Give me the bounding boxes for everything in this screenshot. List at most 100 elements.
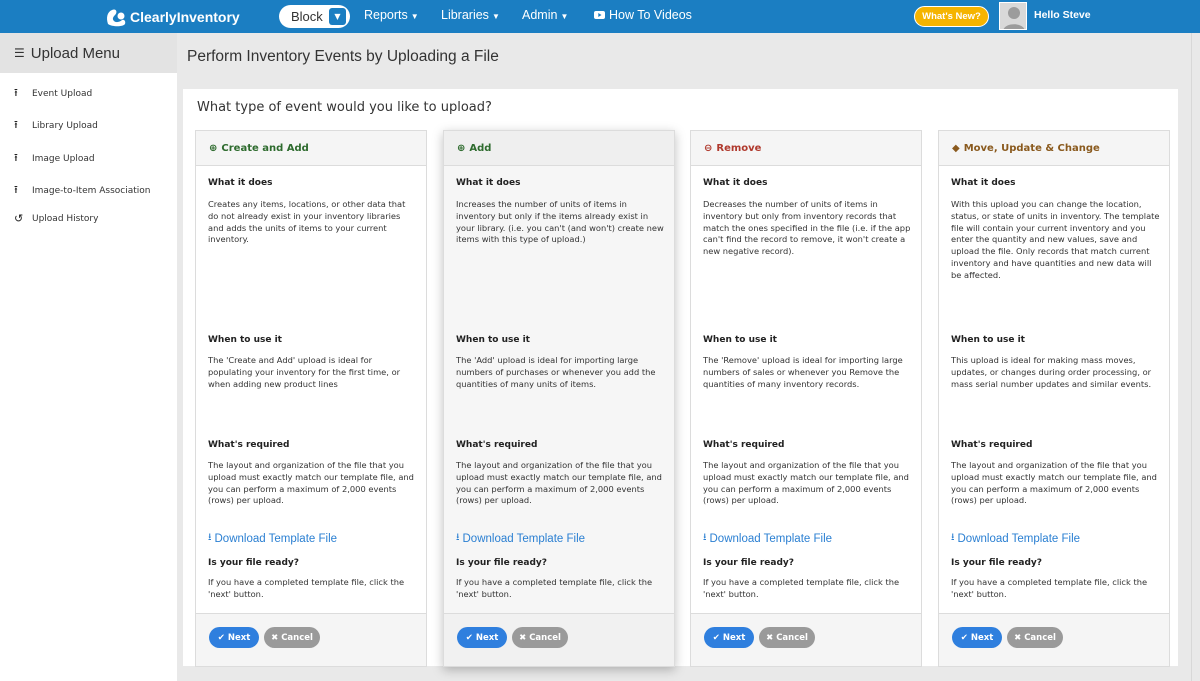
download-icon: ⭳ xyxy=(951,532,955,543)
next-label: Next xyxy=(475,632,499,643)
upload-icon: ⭱ xyxy=(14,86,18,99)
cancel-label: Cancel xyxy=(1024,632,1056,643)
caret-down-icon[interactable]: ▼ xyxy=(329,8,346,25)
download-label: Download Template File xyxy=(214,532,338,545)
close-icon: ✖ xyxy=(519,632,527,643)
download-template-link[interactable]: ⭳ Download Template File xyxy=(208,530,337,547)
next-button[interactable]: ✔ Next xyxy=(209,627,259,648)
required-label: What's required xyxy=(456,440,538,450)
ready-label: Is your file ready? xyxy=(208,558,300,568)
top-navbar: ClearlyInventory Block ▼ Reports ▼ Librar… xyxy=(0,0,1200,33)
what-text: Creates any items, locations, or other d… xyxy=(208,199,406,245)
ready-label: Is your file ready? xyxy=(951,558,1043,568)
when-label: When to use it xyxy=(703,335,777,345)
block-label: Block xyxy=(291,9,323,24)
card-create-and-add: ⊕ Create and Add What it does Creates an… xyxy=(195,130,427,667)
required-label: What's required xyxy=(951,440,1033,450)
sidebar-item-label: Image Upload xyxy=(32,153,95,164)
caret-down-icon: ▼ xyxy=(410,12,419,21)
what-label: What it does xyxy=(208,178,273,188)
squirrel-logo-icon xyxy=(107,9,126,27)
next-button[interactable]: ✔ Next xyxy=(952,627,1002,648)
card-footer: ✔ Next ✖ Cancel xyxy=(196,613,426,666)
cancel-button[interactable]: ✖ Cancel xyxy=(759,627,815,648)
card-footer: ✔ Next ✖ Cancel xyxy=(691,613,921,666)
nav-admin[interactable]: Admin ▼ xyxy=(522,8,568,22)
next-button[interactable]: ✔ Next xyxy=(704,627,754,648)
nav-how-to-videos-label: How To Videos xyxy=(609,8,692,22)
close-icon: ✖ xyxy=(271,632,279,643)
card-move-update-change: ◆ Move, Update & Change What it does Wit… xyxy=(938,130,1170,667)
card-remove: ⊖ Remove What it does Decreases the numb… xyxy=(690,130,922,667)
sidebar-item-image-to-item-association[interactable]: ⭱ Image-to-Item Association xyxy=(14,181,150,200)
download-icon: ⭳ xyxy=(456,532,460,543)
nav-admin-label: Admin xyxy=(522,8,558,22)
required-text: The layout and organization of the file … xyxy=(703,460,909,506)
what-label: What it does xyxy=(456,178,521,188)
card-body: What it does Decreases the number of uni… xyxy=(691,166,921,613)
sidebar-item-event-upload[interactable]: ⭱ Event Upload xyxy=(14,84,92,103)
sidebar-item-label: Upload History xyxy=(32,213,99,224)
tag-icon: ◆ xyxy=(952,142,960,154)
block-dropdown[interactable]: Block ▼ xyxy=(279,5,350,28)
avatar[interactable] xyxy=(999,2,1027,30)
nav-reports[interactable]: Reports ▼ xyxy=(364,8,419,22)
card-body: What it does Increases the number of uni… xyxy=(444,166,674,613)
when-text: The 'Add' upload is ideal for importing … xyxy=(456,355,656,389)
next-label: Next xyxy=(722,632,746,643)
nav-libraries[interactable]: Libraries ▼ xyxy=(441,8,500,22)
card-body: What it does Creates any items, location… xyxy=(196,166,426,613)
next-button[interactable]: ✔ Next xyxy=(457,627,507,648)
user-greeting[interactable]: Hello Steve xyxy=(1034,9,1091,21)
youtube-icon xyxy=(594,11,605,19)
upload-question: What type of event would you like to upl… xyxy=(197,100,492,115)
nav-reports-label: Reports xyxy=(364,8,408,22)
when-text: This upload is ideal for making mass mov… xyxy=(951,355,1152,389)
sidebar-header: ☰ Upload Menu xyxy=(0,33,177,73)
sidebar-item-library-upload[interactable]: ⭱ Library Upload xyxy=(14,116,98,135)
caret-down-icon: ▼ xyxy=(491,12,500,21)
check-icon: ✔ xyxy=(217,632,225,643)
nav-how-to-videos[interactable]: How To Videos xyxy=(594,8,692,22)
what-text: Decreases the number of units of items i… xyxy=(703,199,911,257)
minus-circle-icon: ⊖ xyxy=(704,142,713,154)
scrollbar-track[interactable] xyxy=(1191,33,1192,681)
whats-new-button[interactable]: What's New? xyxy=(914,6,989,27)
next-label: Next xyxy=(970,632,994,643)
download-label: Download Template File xyxy=(709,532,833,545)
user-silhouette-icon xyxy=(1003,7,1025,29)
when-text: The 'Remove' upload is ideal for importi… xyxy=(703,355,903,389)
upload-icon: ⭱ xyxy=(14,151,18,164)
sidebar-item-label: Event Upload xyxy=(32,88,93,99)
required-text: The layout and organization of the file … xyxy=(951,460,1157,506)
logo-text: ClearlyInventory xyxy=(130,9,240,25)
card-header: ⊕ Add xyxy=(444,131,674,166)
cancel-button[interactable]: ✖ Cancel xyxy=(1007,627,1063,648)
download-template-link[interactable]: ⭳ Download Template File xyxy=(456,530,585,547)
what-text: With this upload you can change the loca… xyxy=(951,199,1160,280)
check-icon: ✔ xyxy=(960,632,968,643)
card-title: Create and Add xyxy=(221,142,309,154)
sidebar-item-image-upload[interactable]: ⭱ Image Upload xyxy=(14,149,95,168)
next-label: Next xyxy=(227,632,251,643)
ready-text: If you have a completed template file, c… xyxy=(208,577,405,599)
required-label: What's required xyxy=(208,440,290,450)
cancel-button[interactable]: ✖ Cancel xyxy=(264,627,320,648)
when-label: When to use it xyxy=(951,335,1025,345)
download-template-link[interactable]: ⭳ Download Template File xyxy=(951,530,1080,547)
app-logo[interactable]: ClearlyInventory xyxy=(104,4,240,30)
plus-circle-icon: ⊕ xyxy=(457,142,466,154)
cancel-button[interactable]: ✖ Cancel xyxy=(512,627,568,648)
ready-label: Is your file ready? xyxy=(456,558,548,568)
ready-text: If you have a completed template file, c… xyxy=(951,577,1148,599)
cancel-label: Cancel xyxy=(529,632,561,643)
check-icon: ✔ xyxy=(465,632,473,643)
card-footer: ✔ Next ✖ Cancel xyxy=(939,613,1169,666)
download-template-link[interactable]: ⭳ Download Template File xyxy=(703,530,832,547)
card-header: ⊕ Create and Add xyxy=(196,131,426,166)
nav-libraries-label: Libraries xyxy=(441,8,489,22)
sidebar-item-label: Image-to-Item Association xyxy=(32,185,151,196)
required-text: The layout and organization of the file … xyxy=(208,460,414,506)
card-footer: ✔ Next ✖ Cancel xyxy=(444,613,674,666)
sidebar-item-upload-history[interactable]: ↺ Upload History xyxy=(14,212,98,225)
